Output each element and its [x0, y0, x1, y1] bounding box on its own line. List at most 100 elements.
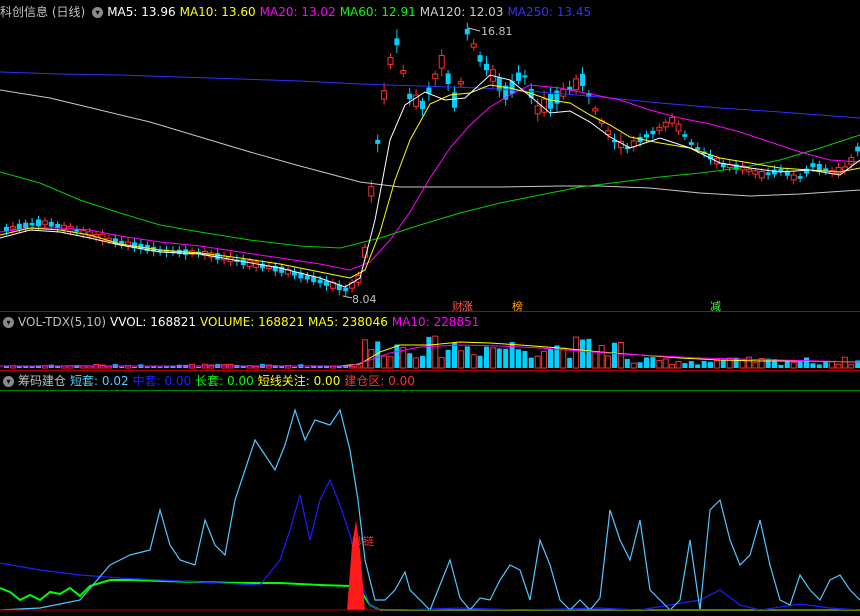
- volume-bar: [810, 363, 816, 368]
- volume-bar: [413, 357, 420, 369]
- volume-bar: [253, 365, 260, 369]
- candle: [36, 219, 41, 227]
- candle: [61, 224, 68, 231]
- volume-bar: [292, 366, 297, 368]
- candle: [457, 81, 464, 85]
- volume-bar: [528, 357, 534, 368]
- candle: [317, 279, 323, 284]
- volume-bar: [489, 347, 496, 369]
- candle: [682, 134, 688, 137]
- candle: [445, 73, 451, 84]
- volume-bar: [355, 365, 362, 369]
- candle: [522, 75, 528, 78]
- candle: [420, 100, 425, 110]
- volume-bar: [701, 360, 707, 368]
- volume-bar: [682, 363, 688, 368]
- volume-bar: [208, 364, 215, 369]
- volume-bar: [784, 361, 790, 368]
- candle: [765, 172, 771, 175]
- volume-bar: [381, 355, 388, 369]
- volume-bar: [484, 346, 489, 368]
- volume-bar: [55, 366, 61, 368]
- volume-bar: [637, 362, 643, 368]
- volume-bar: [841, 356, 848, 369]
- volume-bar: [560, 347, 567, 369]
- candle: [592, 108, 599, 112]
- volume-bar: [496, 348, 502, 368]
- volume-bar: [752, 362, 759, 369]
- volume-bar: [196, 366, 201, 368]
- event-badge[interactable]: 涨: [462, 300, 473, 313]
- volume-bar: [426, 336, 432, 368]
- chart-canvas[interactable]: 16.81 8.04 财 涨 榜 减 抄链: [0, 0, 860, 616]
- candle: [669, 116, 676, 124]
- ma5-line: [0, 74, 860, 288]
- candle: [394, 38, 400, 46]
- volume-bar: [361, 339, 368, 369]
- volume-bar: [349, 366, 356, 369]
- volume-bar: [598, 345, 605, 369]
- volume-bar: [816, 364, 822, 368]
- candle: [48, 221, 54, 227]
- volume-bar: [452, 343, 457, 368]
- volume-bar: [790, 361, 797, 369]
- volume-bar: [132, 366, 137, 368]
- volume-bar: [573, 336, 580, 369]
- candle: [381, 90, 388, 100]
- volume-bar: [835, 363, 842, 369]
- candle: [407, 93, 413, 100]
- volume-bar: [778, 364, 784, 368]
- volume-bar: [644, 357, 649, 368]
- candle: [387, 57, 394, 65]
- volume-bar: [713, 360, 720, 369]
- volume-bar: [445, 349, 451, 368]
- volume-bar: [720, 359, 726, 368]
- volume-bar: [688, 361, 694, 368]
- volume-bar: [119, 366, 125, 368]
- volume-bar: [157, 366, 163, 368]
- volume-bar: [164, 366, 169, 368]
- candle: [484, 63, 489, 71]
- candle: [656, 126, 663, 131]
- long-trap-line: [0, 579, 860, 611]
- volume-bar: [457, 350, 464, 369]
- candle: [758, 170, 765, 179]
- volume-bar: [86, 365, 93, 369]
- volume-bar: [234, 365, 240, 368]
- candle: [541, 98, 548, 113]
- candle: [470, 43, 477, 48]
- volume-bar: [848, 364, 855, 369]
- volume-bar: [387, 356, 394, 369]
- volume-bar: [477, 355, 483, 368]
- volume-bar: [624, 358, 630, 368]
- candle: [662, 121, 669, 128]
- high-label: 16.81: [481, 25, 513, 38]
- volume-bar: [708, 361, 713, 368]
- volume-bar: [772, 359, 777, 368]
- volume-bar: [522, 350, 528, 368]
- volume-bar: [656, 360, 663, 369]
- candle: [496, 77, 502, 91]
- volume-bar: [407, 353, 413, 368]
- candle: [534, 105, 541, 115]
- volume-bar: [829, 361, 836, 369]
- candle: [560, 88, 567, 97]
- candle: [375, 139, 381, 144]
- volume-bar: [580, 339, 585, 368]
- candle: [55, 223, 61, 228]
- volume-bar: [394, 344, 400, 368]
- candle: [745, 168, 752, 172]
- volume-bar: [329, 365, 336, 369]
- mid-trap-line: [0, 478, 860, 611]
- volume-bar: [592, 351, 599, 369]
- volume-bar: [669, 364, 676, 369]
- volume-bar: [151, 366, 157, 368]
- candle: [650, 130, 656, 135]
- volume-bar: [797, 361, 803, 368]
- event-badge[interactable]: 榜: [512, 299, 523, 313]
- volume-bar: [605, 355, 612, 369]
- volume-bar: [726, 357, 733, 369]
- event-badge[interactable]: 减: [710, 300, 721, 313]
- candle: [855, 146, 860, 152]
- volume-bar: [541, 350, 548, 369]
